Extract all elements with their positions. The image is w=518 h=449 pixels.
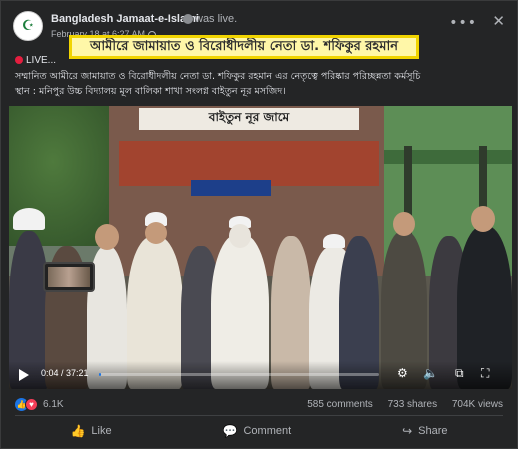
video-scene-blue-sign [191,180,271,196]
caption-line-2: স্থান : মনিপুর উচ্চ বিদ্যালয় মূল বালিকা… [15,86,286,97]
video-headline-overlay: আমীরে জামায়াত ও বিরোধীদলীয় নেতা ডা. শফ… [69,35,419,59]
settings-icon[interactable]: ⚙ [397,366,408,380]
fullscreen-icon[interactable]: ⛶ [481,366,489,381]
page-avatar[interactable]: ☪ [13,11,43,41]
share-button[interactable]: ↪ Share [402,424,447,438]
crowd-head [471,206,495,232]
share-icon: ↪ [402,424,413,438]
crowd-cap [323,234,345,248]
comment-icon: 💬 [222,424,238,438]
crowd-head [95,224,119,250]
video-controls: 0:04 / 37:21 ⚙ 🔈 ⧉ ⛶ [9,361,512,389]
video-time: 0:04 / 37:21 [41,368,89,378]
shares-count[interactable]: 733 shares [388,399,437,410]
engagement-row: 👍 ♥ 6.1K 585 comments 733 shares 704K vi… [15,397,503,413]
more-options-button[interactable]: ••• [449,15,477,31]
video-progress-fill [99,373,101,376]
video-progress-bar[interactable] [99,373,379,376]
building-sign: বাইতুন নূর জামে [139,108,359,130]
comment-button[interactable]: 💬 Comment [223,424,292,438]
video-player[interactable]: বাইতুন নূর জামে [9,106,512,389]
divider [15,415,503,416]
live-status-text: was live. [195,13,238,25]
page-name-link[interactable]: Bangladesh Jamaat-e-Islami [51,13,199,25]
share-label: Share [418,425,448,437]
thumbs-up-icon: 👍 [70,424,86,438]
verified-icon [183,14,193,24]
post-caption: সম্মানিত আমীরে জামায়াত ও বিরোধীদলীয় নে… [15,69,507,99]
like-label: Like [91,425,112,437]
views-count: 704K views [451,399,503,410]
reaction-count[interactable]: 6.1K [43,399,64,410]
live-tag: LIVE... [15,55,56,66]
pip-icon[interactable]: ⧉ [455,366,464,381]
play-icon[interactable] [19,369,29,381]
crowd-head [393,212,415,236]
comments-count[interactable]: 585 comments [307,399,373,410]
like-button[interactable]: 👍 Like [70,424,111,438]
close-button[interactable]: ✕ [492,12,505,30]
crowd-head [229,224,251,248]
phone-in-hand [43,262,95,292]
engagement-stats: 585 comments 733 shares 704K views [295,399,503,410]
love-reaction-icon[interactable]: ♥ [25,398,38,411]
phone-screen [48,267,90,287]
crowd-head [145,222,167,244]
crowd-cap [13,208,45,230]
volume-icon[interactable]: 🔈 [423,366,438,380]
comment-label: Comment [243,425,292,437]
live-dot-icon [15,56,23,65]
action-bar: 👍 Like 💬 Comment ↪ Share [15,419,503,443]
caption-line-1: সম্মানিত আমীরে জামায়াত ও বিরোধীদলীয় নে… [15,71,421,82]
post-card: ☪ Bangladesh Jamaat-e-Islami was live. F… [0,0,518,449]
live-label: LIVE... [26,55,57,66]
